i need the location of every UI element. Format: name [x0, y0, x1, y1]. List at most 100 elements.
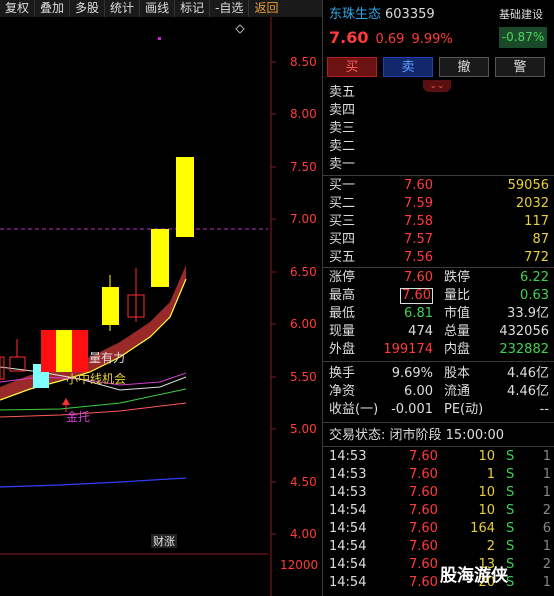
menu-biaoji[interactable]: 标记: [175, 0, 211, 17]
tick-row: 14:54 7.60 164 S 6: [323, 520, 554, 538]
kline-chart[interactable]: 8.50 8.00 7.50 7.00 6.50 6.00 5.50 5.00 …: [0, 17, 322, 596]
bid-price: 7.60: [404, 178, 433, 193]
bid-price: 7.58: [404, 214, 433, 229]
y-tick: 7.00: [290, 212, 317, 226]
stat-label: 最高: [329, 288, 356, 303]
tick-row: 14:54 7.60 10 S 2: [323, 502, 554, 520]
stats-row: 现量 474 总量 432056: [323, 323, 554, 341]
tick-count: 2: [542, 557, 551, 572]
candle: [0, 356, 5, 380]
buy-button[interactable]: 买: [327, 57, 377, 77]
trade-buttons: 买 卖 撤 警: [327, 57, 545, 77]
stock-name[interactable]: 东珠生态: [329, 7, 381, 22]
trade-status: 交易状态: 闭市阶段 15:00:00: [323, 427, 554, 445]
menu-fuquan[interactable]: 复权: [0, 0, 36, 17]
candle: [176, 157, 194, 237]
bid-row[interactable]: 买五 7.56 772: [323, 249, 554, 267]
ask-label: 卖三: [329, 121, 356, 136]
stock-title: 东珠生态 603359: [329, 3, 435, 22]
y-tick: 6.00: [290, 317, 317, 331]
tick-count: 1: [542, 539, 551, 554]
tick-vol: 2: [486, 539, 495, 554]
bid-label: 买五: [329, 250, 356, 265]
sector-pct[interactable]: -0.87%: [499, 27, 547, 48]
stat-value-outer: 199174: [383, 342, 433, 357]
stats-row: 涨停 7.60 跌停 6.22: [323, 269, 554, 287]
y-tick: 7.50: [290, 160, 317, 174]
stat-label: 外盘: [329, 342, 356, 357]
alert-button[interactable]: 警: [495, 57, 545, 77]
tick-time: 14:54: [329, 575, 367, 590]
tick-flag: S: [506, 539, 515, 554]
tick-flag: S: [506, 521, 515, 536]
stat-value-limit-down: 6.22: [520, 270, 549, 285]
menu-duogu[interactable]: 多股: [70, 0, 106, 17]
stat-label: 最低: [329, 306, 356, 321]
sell-button[interactable]: 卖: [383, 57, 433, 77]
bid-price: 7.59: [404, 196, 433, 211]
tick-price: 7.60: [409, 503, 438, 518]
tick-time: 14:53: [329, 485, 367, 500]
candle: [41, 330, 56, 372]
price-pct: 9.99%: [411, 32, 453, 47]
sector-name[interactable]: 基础建设: [499, 6, 543, 22]
bid-row[interactable]: 买三 7.58 117: [323, 213, 554, 231]
tick-price: 7.60: [409, 485, 438, 500]
ask-label: 卖一: [329, 157, 356, 172]
bid-row[interactable]: 买四 7.57 87: [323, 231, 554, 249]
label-finance: 财涨: [153, 534, 175, 548]
tick-count: 1: [542, 485, 551, 500]
tick-time: 14:54: [329, 503, 367, 518]
stats-row: 换手 9.69% 股本 4.46亿: [323, 365, 554, 383]
tick-time: 14:53: [329, 467, 367, 482]
menu-huaxian[interactable]: 画线: [140, 0, 176, 17]
tick-time: 14:54: [329, 521, 367, 536]
stat-label: 现量: [329, 324, 356, 339]
up-arrow-icon: [62, 398, 70, 405]
divider: [323, 175, 554, 176]
stat-value-inner: 232882: [499, 342, 549, 357]
stat-label: 换手: [329, 366, 356, 381]
bid-vol: 117: [524, 214, 549, 229]
stat-label: 股本: [444, 366, 471, 381]
tick-row: 14:54 7.60 13 S 2: [323, 556, 554, 574]
ma-line-blue: [0, 477, 187, 488]
tick-row: 14:54 7.60 2 S 1: [323, 538, 554, 556]
diamond-icon[interactable]: [235, 24, 245, 34]
menu-diejia[interactable]: 叠加: [35, 0, 71, 17]
stat-value-net-assets: 6.00: [404, 384, 433, 399]
tick-price: 7.60: [409, 575, 438, 590]
y-tick: 8.50: [290, 55, 317, 69]
stat-label: 流通: [444, 384, 471, 399]
y-axis-ticks: 8.50 8.00 7.50 7.00 6.50 6.00 5.50 5.00 …: [271, 55, 318, 572]
tick-count: 2: [542, 503, 551, 518]
ask-row: 卖三: [323, 120, 554, 138]
stat-value-market-cap: 33.9亿: [507, 306, 549, 321]
bid-vol: 87: [532, 232, 549, 247]
stat-label: 市值: [444, 306, 471, 321]
tick-price: 7.60: [409, 467, 438, 482]
stock-code: 603359: [385, 7, 435, 22]
menu-tongji[interactable]: 统计: [105, 0, 141, 17]
trade-status-text: 交易状态: 闭市阶段 15:00:00: [329, 428, 505, 443]
stat-label: 收益(一): [329, 402, 379, 417]
bid-label: 买一: [329, 178, 356, 193]
tick-flag: S: [506, 449, 515, 464]
stat-value-high: 7.60: [400, 288, 433, 304]
stat-value-float: 4.46亿: [507, 384, 549, 399]
tick-flag: S: [506, 467, 515, 482]
stat-value-high-wrap: 7.60: [400, 287, 433, 305]
tick-price: 7.60: [409, 557, 438, 572]
stats-row: 最高 7.60 量比 0.63: [323, 287, 554, 305]
menu-back[interactable]: 返回: [249, 0, 283, 17]
bid-row[interactable]: 买二 7.59 2032: [323, 195, 554, 213]
tick-count: 1: [542, 575, 551, 590]
tick-count: 6: [542, 521, 551, 536]
stat-value-shares: 4.46亿: [507, 366, 549, 381]
menu-zixuan[interactable]: -自选: [210, 0, 250, 17]
candle: [102, 287, 119, 325]
vol-tick: 12000: [280, 558, 318, 572]
cancel-button[interactable]: 撤: [439, 57, 489, 77]
stats-row: 外盘 199174 内盘 232882: [323, 341, 554, 359]
bid-row[interactable]: 买一 7.60 59056: [323, 177, 554, 195]
